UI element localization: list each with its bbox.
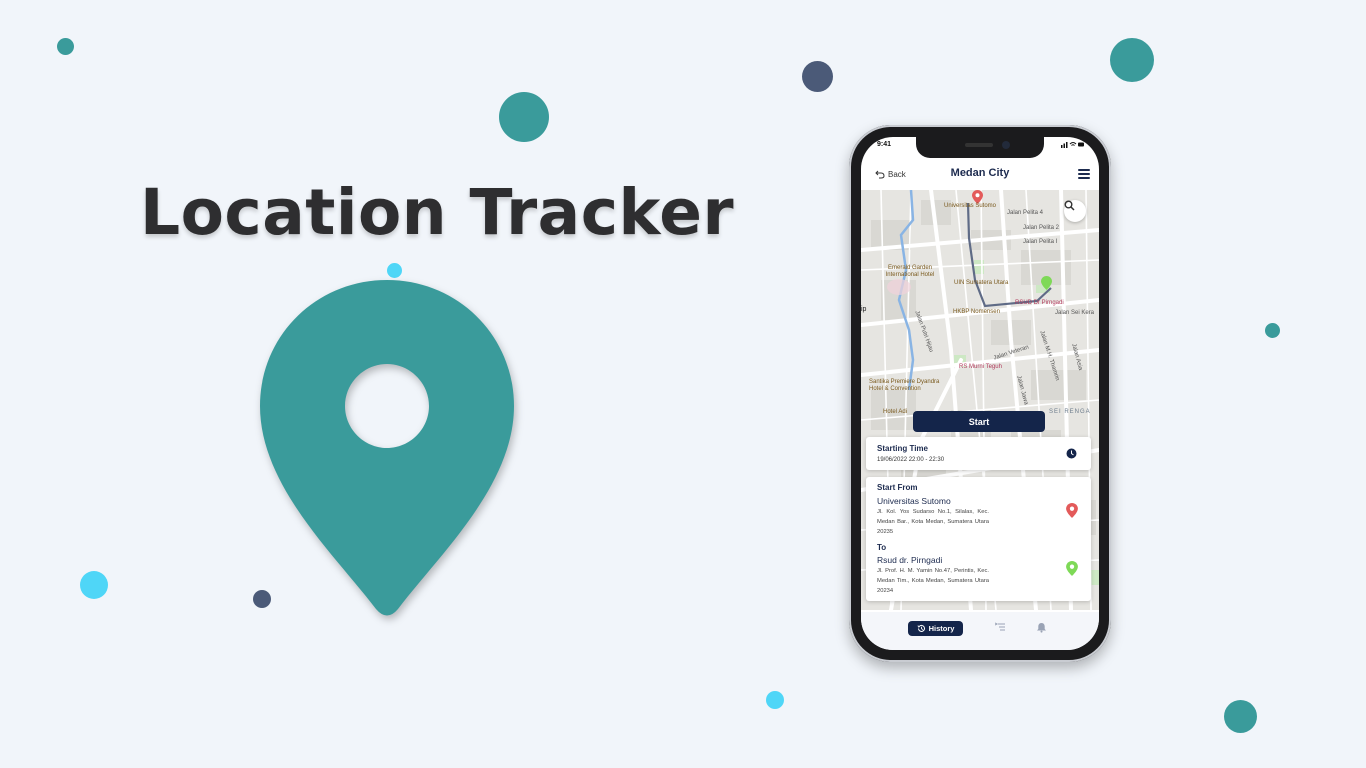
- map-label: Universitas Sutomo: [944, 203, 997, 209]
- hamburger-icon[interactable]: [1078, 169, 1090, 179]
- decor-dot: [1265, 323, 1280, 338]
- map-label: UIN Sumatera Utara: [954, 280, 1009, 286]
- map-label: Santika Premiere Dyandra Hotel & Convent…: [869, 379, 940, 392]
- history-label: History: [928, 624, 955, 633]
- starting-time-value: 19/06/2022 22:00 - 22:30: [877, 457, 945, 463]
- phone-mockup: 9:41 Back Medan City Universitas Sutomo …: [849, 125, 1111, 662]
- map-search-button[interactable]: [1064, 200, 1086, 222]
- starting-time-card[interactable]: Starting Time 19/06/2022 22:00 - 22:30: [866, 437, 1091, 470]
- map-label: Jalan Pelita I: [1023, 239, 1058, 245]
- location-pin-icon: [260, 280, 514, 616]
- phone-notch: [916, 137, 1044, 158]
- app-header: Back Medan City: [861, 161, 1099, 189]
- map-label: Jalan Pelita 4: [1007, 210, 1044, 216]
- route-card[interactable]: Start From Universitas Sutomo Jl. Kol. Y…: [866, 477, 1091, 601]
- destination-name: Rsud dr. Pirngadi: [877, 555, 943, 565]
- decor-dot: [766, 691, 784, 709]
- destination-title: To: [877, 543, 887, 552]
- destination-address: Jl. Prof. H. M. Yamin No.47, Perintis, K…: [877, 568, 989, 594]
- decor-dot: [57, 38, 74, 55]
- bottom-navigation: History: [861, 612, 1099, 650]
- decor-dot: [80, 571, 108, 599]
- decor-dot: [1224, 700, 1257, 733]
- end-pin-icon: [1041, 276, 1052, 290]
- map-label: SEI RENGA: [1049, 409, 1091, 415]
- history-tab[interactable]: History: [908, 621, 963, 636]
- map-label: HKBP Nomensen: [953, 309, 1000, 315]
- map-label: Jalan Sei Kera: [1055, 310, 1095, 316]
- status-icons: [1061, 141, 1085, 150]
- starting-time-title: Starting Time: [877, 444, 928, 453]
- map-label: Jalan Pelita 2: [1023, 225, 1060, 231]
- map-label: RSUD Dr Pirngadi: [1015, 300, 1064, 306]
- clock-icon: [1066, 448, 1077, 459]
- start-from-address: Jl. Kol. Yos Sudarso No.1, Silalas, Kec.…: [877, 509, 989, 535]
- start-from-title: Start From: [877, 483, 918, 492]
- decor-dot: [499, 92, 549, 142]
- status-time: 9:41: [877, 141, 892, 148]
- start-button[interactable]: Start: [913, 411, 1045, 432]
- map-label: RS Murni Teguh: [959, 364, 1002, 370]
- decor-dot: [1110, 38, 1154, 82]
- start-location-pin-icon: [1066, 503, 1078, 518]
- history-icon: [917, 624, 925, 632]
- bell-icon[interactable]: [1036, 622, 1047, 633]
- hero-title: Location Tracker: [140, 176, 735, 249]
- app-screen: 9:41 Back Medan City Universitas Sutomo …: [861, 137, 1099, 650]
- page-title: Medan City: [950, 167, 1010, 179]
- map-label: Emerald Garden International Hotel: [885, 265, 935, 278]
- destination-pin-icon: [1066, 561, 1078, 576]
- map-label: ip: [861, 306, 867, 313]
- map-label: Hotel Adi: [883, 409, 908, 415]
- decor-dot: [802, 61, 833, 92]
- search-icon: [1064, 200, 1075, 211]
- start-pin-icon: [972, 190, 983, 204]
- start-from-name: Universitas Sutomo: [877, 496, 951, 506]
- list-icon[interactable]: [995, 622, 1006, 632]
